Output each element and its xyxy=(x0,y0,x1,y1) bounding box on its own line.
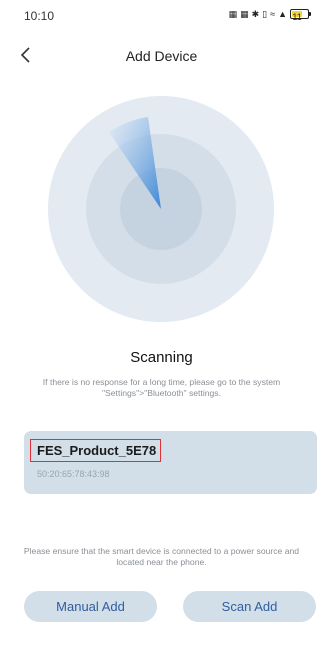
scan-add-button[interactable]: Scan Add xyxy=(183,591,316,622)
device-mac-address: 50:20:65:78:43:98 xyxy=(37,469,110,479)
bluetooth-icon: ✱ xyxy=(251,9,260,19)
scanning-status: Scanning xyxy=(130,349,193,366)
signal-icon: ▦ xyxy=(240,9,249,19)
scan-hint: If there is no response for a long time,… xyxy=(42,377,281,398)
status-bar: 10:10 ▦ ▦ ✱ ▯ ≈ ▲ 11 xyxy=(0,0,323,34)
power-hint: Please ensure that the smart device is c… xyxy=(23,546,300,567)
page-title: Add Device xyxy=(125,48,198,64)
battery-level: 11 xyxy=(292,11,303,22)
device-name: FES_Product_5E78 xyxy=(37,443,157,458)
manual-add-button[interactable]: Manual Add xyxy=(24,591,157,622)
cellular-icon: ▲ xyxy=(278,9,287,19)
battery-icon: 11 xyxy=(290,9,311,22)
device-card[interactable]: FES_Product_5E78 50:20:65:78:43:98 xyxy=(24,431,317,494)
status-time: 10:10 xyxy=(24,9,55,23)
status-icons: ▦ ▦ ✱ ▯ ≈ ▲ 11 xyxy=(228,8,311,22)
nfc-icon: ▦ xyxy=(228,9,238,19)
vibrate-icon: ▯ xyxy=(262,9,268,19)
radar-animation xyxy=(0,92,323,342)
header: Add Device xyxy=(0,34,323,78)
wifi-icon: ≈ xyxy=(270,9,276,19)
